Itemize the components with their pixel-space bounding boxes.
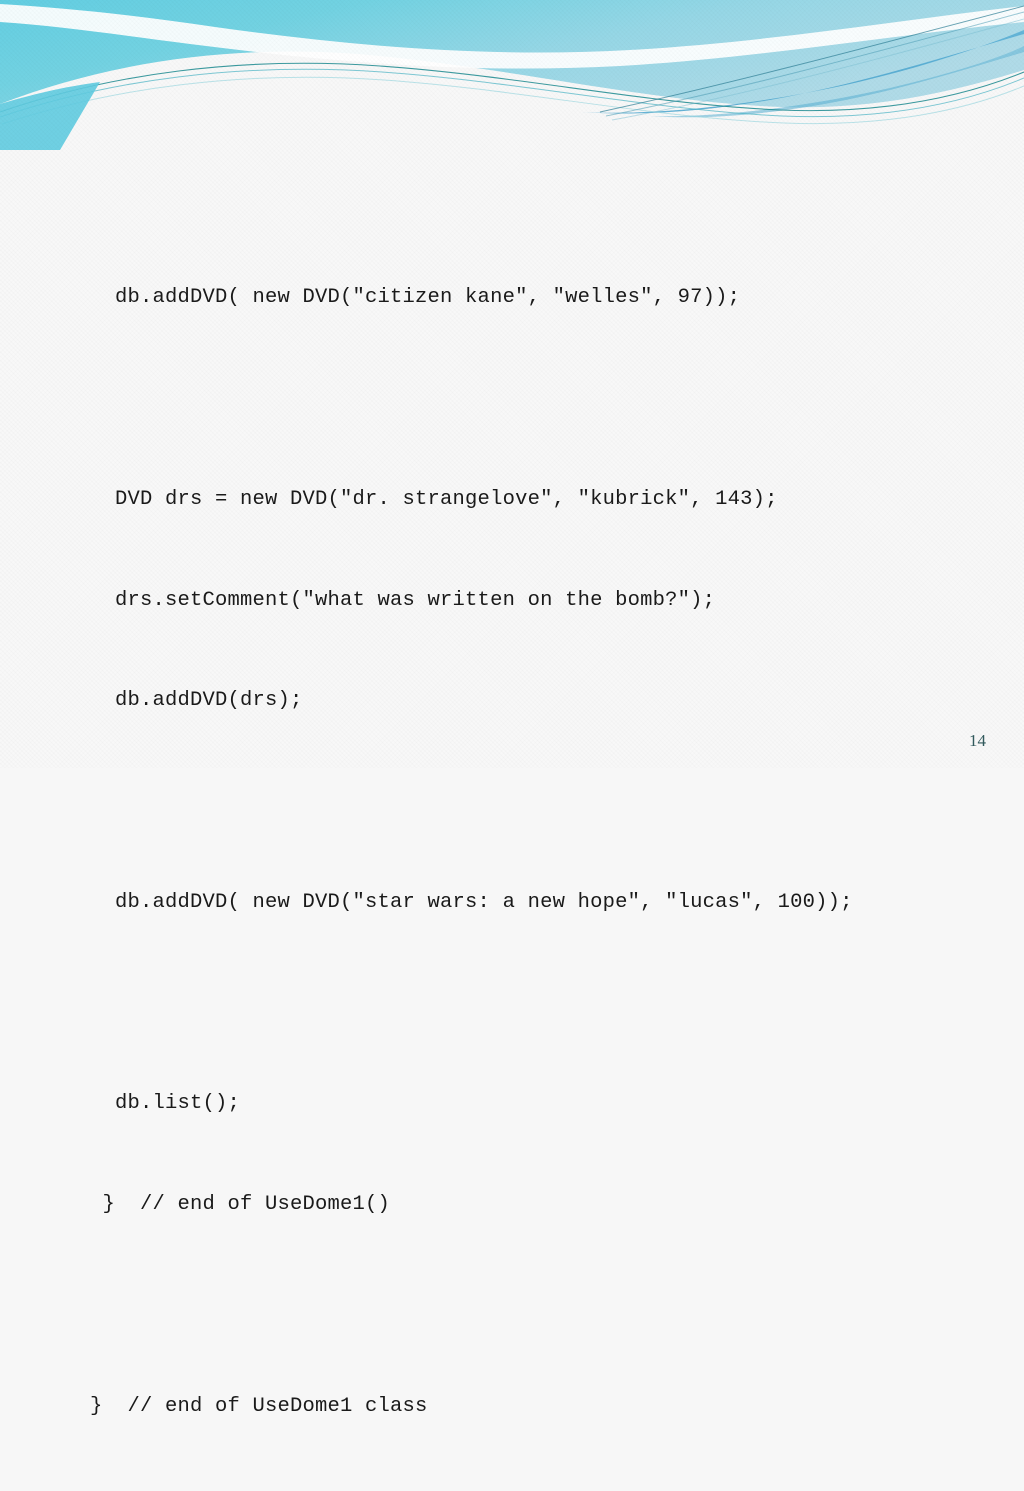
banner-artwork <box>0 0 1024 150</box>
code-line: db.addDVD( new DVD("citizen kane", "well… <box>90 286 741 310</box>
code-line: db.addDVD(drs); <box>90 689 303 713</box>
code-line: } // end of UseDome1() <box>90 1193 391 1217</box>
code-line: drs.setComment("what was written on the … <box>90 588 716 612</box>
code-line: } // end of UseDome1 class <box>90 1394 428 1418</box>
code-line: db.addDVD( new DVD("star wars: a new hop… <box>90 890 853 914</box>
decorative-wave-banner <box>0 0 1024 150</box>
code-line: db.list(); <box>90 1092 241 1116</box>
code-line: DVD drs = new DVD("dr. strangelove", "ku… <box>90 487 778 511</box>
presentation-slide: db.addDVD( new DVD("citizen kane", "well… <box>0 0 1024 1418</box>
code-block: db.addDVD( new DVD("citizen kane", "well… <box>0 214 1024 1491</box>
slide-page-number: 14 <box>969 731 986 750</box>
